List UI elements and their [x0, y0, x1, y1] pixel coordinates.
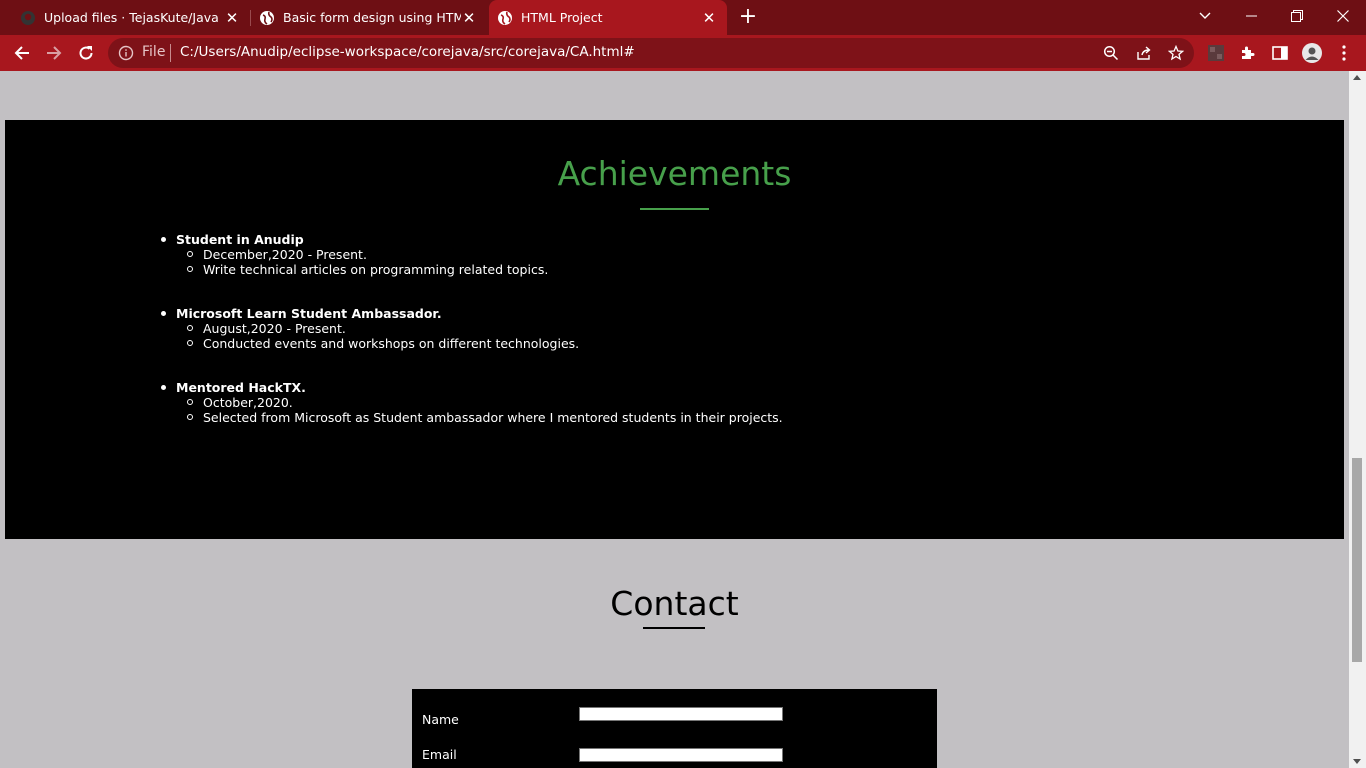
side-panel-icon[interactable] — [1270, 43, 1290, 63]
achievement-heading: Mentored HackTX. — [136, 380, 783, 395]
tab-strip: Upload files · TejasKute/Java ✕ Basic fo… — [0, 0, 1366, 35]
achievement-detail: October,2020. — [136, 395, 783, 410]
browser-toolbar: File C:/Users/Anudip/eclipse-workspace/c… — [0, 35, 1366, 71]
achievement-details: October,2020. Selected from Microsoft as… — [136, 395, 783, 425]
tab-basic-form[interactable]: Basic form design using HTML ✕ — [251, 0, 487, 35]
achievements-title: Achievements — [557, 154, 792, 193]
tab-title: Basic form design using HTML — [283, 10, 461, 25]
achievement-detail: August,2020 - Present. — [136, 321, 783, 336]
name-field[interactable] — [579, 707, 783, 721]
achievement-detail: Write technical articles on programming … — [136, 262, 783, 277]
name-label: Name — [422, 712, 459, 727]
tab-html-project[interactable]: HTML Project ✕ — [489, 0, 727, 35]
contact-form: Name Email — [412, 689, 937, 768]
achievement-details: August,2020 - Present. Conducted events … — [136, 321, 783, 351]
url-text[interactable]: C:/Users/Anudip/eclipse-workspace/coreja… — [180, 44, 635, 60]
achievements-list: Student in Anudip December,2020 - Presen… — [136, 232, 783, 454]
close-icon[interactable]: ✕ — [701, 9, 717, 27]
share-icon[interactable] — [1135, 44, 1153, 62]
address-bar[interactable]: File C:/Users/Anudip/eclipse-workspace/c… — [108, 38, 1194, 68]
back-button[interactable] — [9, 40, 35, 66]
extension-icon[interactable] — [1206, 43, 1226, 63]
list-item: Student in Anudip December,2020 - Presen… — [136, 232, 783, 277]
achievement-heading: Student in Anudip — [136, 232, 783, 247]
list-item: Microsoft Learn Student Ambassador. Augu… — [136, 306, 783, 351]
scroll-down-arrow-icon[interactable] — [1353, 759, 1361, 764]
scheme-label: File — [142, 44, 166, 60]
minimize-button[interactable] — [1228, 0, 1274, 32]
avatar[interactable] — [1302, 43, 1322, 63]
tab-title: Upload files · TejasKute/Java — [44, 10, 219, 25]
achievement-details: December,2020 - Present. Write technical… — [136, 247, 783, 277]
star-icon[interactable] — [1167, 44, 1185, 62]
scroll-thumb[interactable] — [1352, 458, 1362, 662]
achievements-section: Achievements Student in Anudip December,… — [5, 120, 1344, 539]
achievement-detail: December,2020 - Present. — [136, 247, 783, 262]
info-icon[interactable] — [118, 45, 134, 61]
achievements-underline — [640, 208, 709, 210]
scroll-up-arrow-icon[interactable] — [1353, 75, 1361, 80]
email-field[interactable] — [579, 748, 783, 762]
tab-search-chevron-icon[interactable] — [1182, 0, 1228, 32]
reload-button[interactable] — [73, 40, 99, 66]
achievement-detail: Selected from Microsoft as Student ambas… — [136, 410, 783, 425]
close-icon[interactable]: ✕ — [224, 9, 240, 27]
menu-kebab-icon[interactable] — [1334, 43, 1354, 63]
github-icon — [20, 10, 36, 26]
tab-title: HTML Project — [521, 10, 603, 25]
tab-upload-files[interactable]: Upload files · TejasKute/Java ✕ — [0, 0, 250, 35]
scrollbar[interactable] — [1349, 71, 1366, 768]
restore-button[interactable] — [1274, 0, 1320, 32]
zoom-icon[interactable] — [1102, 44, 1120, 62]
address-divider — [170, 44, 171, 62]
globe-icon — [259, 10, 275, 26]
contact-underline — [643, 627, 705, 629]
list-item: Mentored HackTX. October,2020. Selected … — [136, 380, 783, 425]
puzzle-icon[interactable] — [1238, 43, 1258, 63]
email-label: Email — [422, 747, 457, 762]
contact-title: Contact — [610, 584, 739, 623]
close-window-button[interactable] — [1320, 0, 1366, 32]
page-content: Achievements Student in Anudip December,… — [5, 71, 1344, 768]
achievement-detail: Conducted events and workshops on differ… — [136, 336, 783, 351]
globe-icon — [497, 10, 513, 26]
forward-button[interactable] — [41, 40, 67, 66]
new-tab-button[interactable]: + — [736, 5, 760, 29]
achievement-heading: Microsoft Learn Student Ambassador. — [136, 306, 783, 321]
close-icon[interactable]: ✕ — [461, 9, 477, 27]
